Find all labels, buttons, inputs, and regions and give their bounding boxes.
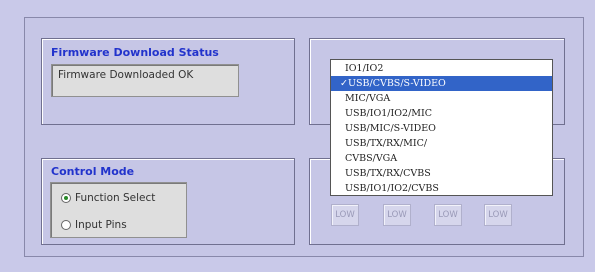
radio-function-select[interactable]: Function Select bbox=[61, 192, 155, 204]
dropdown-option-label: USB/TX/RX/MIC/ bbox=[345, 138, 428, 149]
dropdown-option[interactable]: MIC/VGA bbox=[331, 91, 552, 106]
dropdown-option-label: IO1/IO2 bbox=[345, 63, 384, 74]
firmware-status-field: Firmware Downloaded OK bbox=[51, 64, 239, 97]
dropdown-option-label: USB/CVBS/S-VIDEO bbox=[348, 78, 446, 89]
dropdown-option[interactable]: USB/IO1/IO2/MIC bbox=[331, 106, 552, 121]
dropdown-option[interactable]: USB/MIC/S-VIDEO bbox=[331, 121, 552, 136]
dropdown-option-label: USB/TX/RX/CVBS bbox=[345, 168, 431, 179]
radio-unchecked-icon bbox=[61, 220, 71, 230]
radio-input-pins[interactable]: Input Pins bbox=[61, 219, 127, 231]
dropdown-option[interactable]: USB/IO1/IO2/CVBS bbox=[331, 181, 552, 196]
dropdown-option[interactable]: CVBS/VGA bbox=[331, 151, 552, 166]
control-mode-group: Control Mode Function Select Input Pins bbox=[41, 158, 295, 245]
dropdown-option-selected[interactable]: ✓USB/CVBS/S-VIDEO bbox=[331, 76, 552, 91]
control-mode-box: Function Select Input Pins bbox=[50, 182, 187, 238]
dropdown-option[interactable]: USB/TX/RX/CVBS bbox=[331, 166, 552, 181]
dropdown-option-label: CVBS/VGA bbox=[345, 153, 398, 164]
dropdown-option[interactable]: IO1/IO2 bbox=[331, 61, 552, 76]
pin-1-low-button[interactable]: LOW bbox=[331, 204, 359, 226]
pin-4-low-button[interactable]: LOW bbox=[484, 204, 512, 226]
pin-2-low-button[interactable]: LOW bbox=[383, 204, 411, 226]
firmware-status-group: Firmware Download Status Firmware Downlo… bbox=[41, 38, 295, 125]
radio-checked-icon bbox=[61, 193, 71, 203]
dropdown-option-label: USB/IO1/IO2/MIC bbox=[345, 108, 433, 119]
dropdown-option-label: MIC/VGA bbox=[345, 93, 391, 104]
firmware-status-title: Firmware Download Status bbox=[51, 46, 219, 59]
check-icon: ✓ bbox=[340, 78, 348, 89]
function-dropdown-list[interactable]: IO1/IO2 ✓USB/CVBS/S-VIDEO MIC/VGA USB/IO… bbox=[330, 59, 553, 196]
dropdown-option-label: USB/IO1/IO2/CVBS bbox=[345, 183, 439, 194]
radio-input-pins-label: Input Pins bbox=[75, 219, 127, 231]
control-mode-title: Control Mode bbox=[51, 165, 135, 178]
dropdown-option-label: USB/MIC/S-VIDEO bbox=[345, 123, 436, 134]
dropdown-option[interactable]: USB/TX/RX/MIC/ bbox=[331, 136, 552, 151]
radio-function-select-label: Function Select bbox=[75, 192, 156, 204]
pin-3-low-button[interactable]: LOW bbox=[434, 204, 462, 226]
